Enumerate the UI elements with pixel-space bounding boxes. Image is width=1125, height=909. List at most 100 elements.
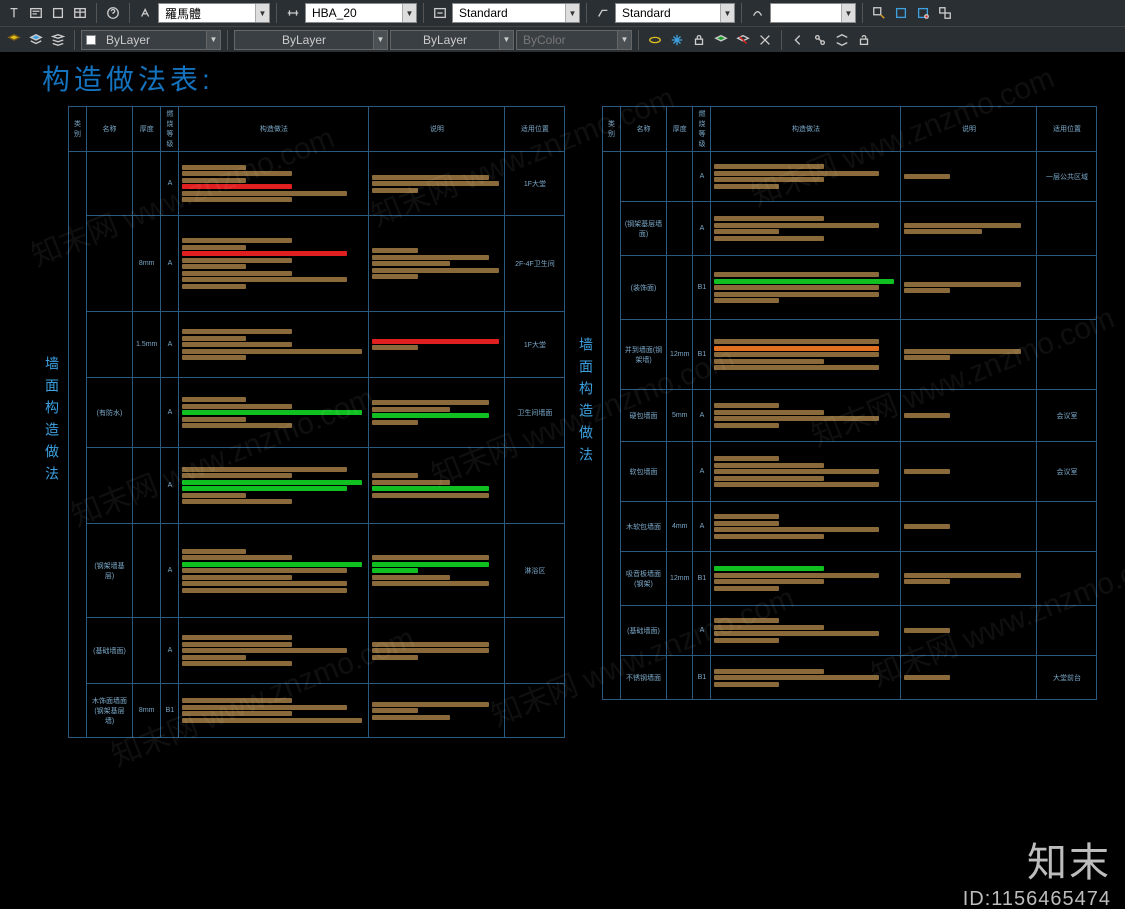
thickness-cell xyxy=(133,448,161,524)
location-cell xyxy=(1037,202,1097,256)
layer-prev-icon[interactable] xyxy=(788,30,808,50)
table-header: 说明 xyxy=(901,107,1037,152)
name-cell: 并到墙面(钢架墙) xyxy=(621,320,667,390)
thickness-cell xyxy=(667,256,693,320)
note-cell xyxy=(901,606,1037,656)
section-label-left: 墙面构造做法 xyxy=(42,356,68,488)
note-cell xyxy=(901,152,1037,202)
note-cell xyxy=(369,378,505,448)
chevron-down-icon: ▼ xyxy=(499,31,513,49)
note-cell xyxy=(369,618,505,684)
fire-rating-cell: A xyxy=(161,152,179,216)
layer-color-swatch xyxy=(86,35,96,45)
layer-states-icon[interactable] xyxy=(26,30,46,50)
fire-rating-cell: A xyxy=(161,378,179,448)
textstyle-icon[interactable] xyxy=(136,3,156,23)
thickness-cell xyxy=(667,152,693,202)
note-cell xyxy=(901,390,1037,442)
name-cell: (基础墙面) xyxy=(621,606,667,656)
fire-rating-cell: A xyxy=(693,202,711,256)
table-row: (有防水)A卫生间墙面 xyxy=(69,378,565,448)
brand-watermark: 知末 xyxy=(963,830,1111,888)
insert-block-icon[interactable] xyxy=(869,3,889,23)
thickness-cell: 8mm xyxy=(133,684,161,738)
note-cell xyxy=(901,442,1037,502)
layer-combo[interactable]: ByLayer ▼ xyxy=(81,30,221,50)
text-icon[interactable] xyxy=(4,3,24,23)
toolbar: 羅馬體 ▼ HBA_20 ▼ Standard ▼ Standard ▼ ▼ xyxy=(0,0,1125,53)
table-row: 软包墙面A会议室 xyxy=(603,442,1097,502)
construction-cell xyxy=(179,524,369,618)
table-row: 并到墙面(钢架墙)12mmB1 xyxy=(603,320,1097,390)
dim-icon[interactable] xyxy=(283,3,303,23)
table-header: 构造做法 xyxy=(711,107,901,152)
mleader-icon[interactable] xyxy=(593,3,613,23)
chevron-down-icon: ▼ xyxy=(373,31,387,49)
chevron-down-icon: ▼ xyxy=(206,31,220,49)
mleader-style-combo[interactable]: Standard ▼ xyxy=(615,3,735,23)
table-header: 燃烧等级 xyxy=(693,107,711,152)
lineweight-value: ByLayer xyxy=(417,33,473,47)
brush-icon[interactable] xyxy=(748,3,768,23)
layer-walk-icon[interactable] xyxy=(810,30,830,50)
mleader-style-value: Standard xyxy=(616,6,677,20)
layer-delete-icon[interactable] xyxy=(854,30,874,50)
layer-merge-icon[interactable] xyxy=(832,30,852,50)
create-block-icon[interactable] xyxy=(891,3,911,23)
blank-combo-value xyxy=(771,6,786,20)
text-style-combo[interactable]: HBA_20 ▼ xyxy=(305,3,417,23)
help-icon[interactable] xyxy=(103,3,123,23)
note-cell xyxy=(901,552,1037,606)
note-cell xyxy=(369,684,505,738)
table-row: 硬包墙面5mmA会议室 xyxy=(603,390,1097,442)
mtext-icon[interactable] xyxy=(26,3,46,23)
edit-block-icon[interactable] xyxy=(913,3,933,23)
fire-rating-cell: A xyxy=(161,312,179,378)
location-cell: 淋浴区 xyxy=(505,524,565,618)
layer-iso-icon[interactable] xyxy=(711,30,731,50)
font-style-combo[interactable]: 羅馬體 ▼ xyxy=(158,3,270,23)
layer-prop-icon[interactable] xyxy=(4,30,24,50)
layer-uniso-icon[interactable] xyxy=(733,30,753,50)
block-attr-icon[interactable] xyxy=(935,3,955,23)
layer-freeze-icon[interactable] xyxy=(667,30,687,50)
dimstyle-icon[interactable] xyxy=(430,3,450,23)
name-cell: 硬包墙面 xyxy=(621,390,667,442)
fire-rating-cell: A xyxy=(693,442,711,502)
construction-cell xyxy=(179,152,369,216)
linetype-combo[interactable]: ByLayer ▼ xyxy=(234,30,388,50)
layer-value: ByLayer xyxy=(100,33,156,47)
layer-match-icon[interactable] xyxy=(755,30,775,50)
layer-off-icon[interactable] xyxy=(645,30,665,50)
thickness-cell xyxy=(667,656,693,700)
construction-cell xyxy=(711,552,901,606)
construction-cell xyxy=(179,312,369,378)
table-row: (钢架墙基层)A淋浴区 xyxy=(69,524,565,618)
category-cell xyxy=(603,152,621,700)
layer-filter-icon[interactable] xyxy=(48,30,68,50)
thickness-cell xyxy=(667,442,693,502)
section-label-right: 墙面构造做法 xyxy=(576,337,602,469)
table-header: 适用位置 xyxy=(505,107,565,152)
object-icon[interactable] xyxy=(48,3,68,23)
drawing-canvas[interactable]: 构造做法表: 墙面构造做法 类别名称厚度燃烧等级构造做法说明适用位置A1F大堂8… xyxy=(0,52,1125,909)
construction-cell xyxy=(179,684,369,738)
location-cell: 1F大堂 xyxy=(505,152,565,216)
location-cell: 卫生间墙面 xyxy=(505,378,565,448)
chevron-down-icon: ▼ xyxy=(720,4,734,22)
plotstyle-combo[interactable]: ByColor ▼ xyxy=(516,30,632,50)
dim-style-value: Standard xyxy=(453,6,514,20)
thickness-cell: 5mm xyxy=(667,390,693,442)
fire-rating-cell: A xyxy=(693,152,711,202)
thickness-cell xyxy=(133,152,161,216)
note-cell xyxy=(369,312,505,378)
table-row: A xyxy=(69,448,565,524)
lineweight-combo[interactable]: ByLayer ▼ xyxy=(390,30,514,50)
layer-lock-icon[interactable] xyxy=(689,30,709,50)
table-icon[interactable] xyxy=(70,3,90,23)
construction-cell xyxy=(179,618,369,684)
blank-combo[interactable]: ▼ xyxy=(770,3,856,23)
table-header: 类别 xyxy=(69,107,87,152)
name-cell: 木软包墙面 xyxy=(621,502,667,552)
dim-style-combo[interactable]: Standard ▼ xyxy=(452,3,580,23)
